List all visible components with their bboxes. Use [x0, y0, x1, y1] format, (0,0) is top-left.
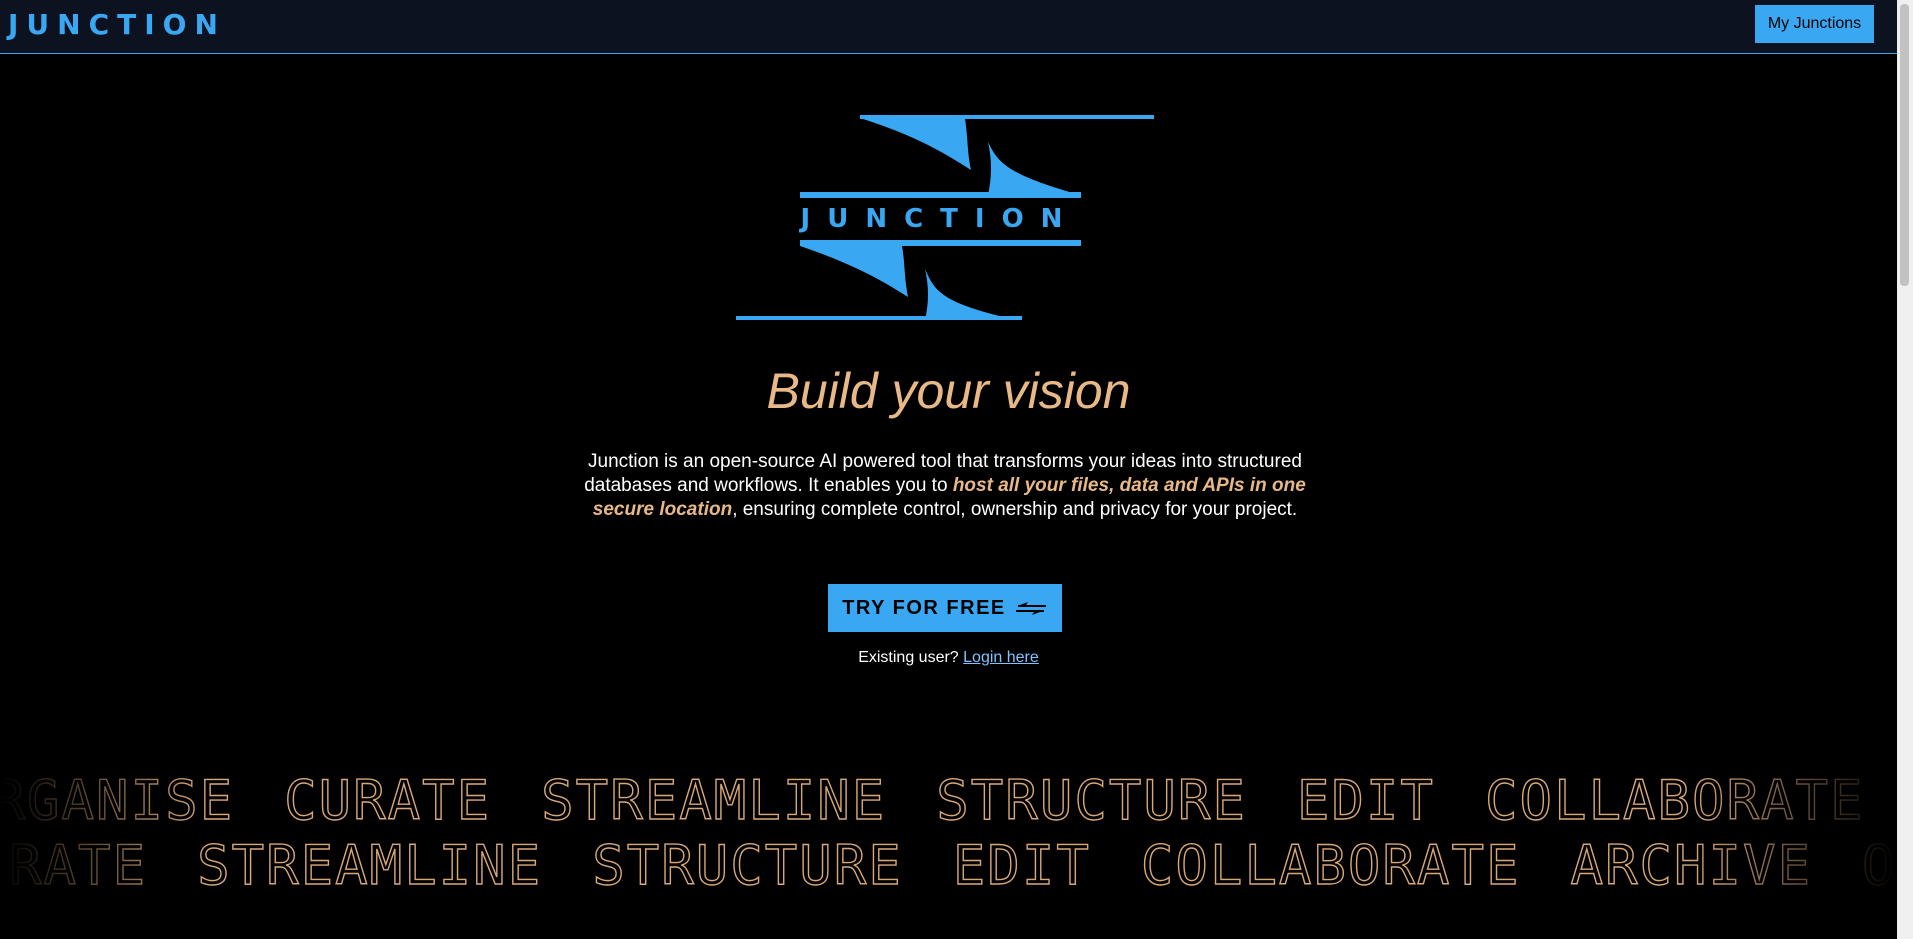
logo-bottom-line [736, 316, 1022, 320]
logo-top-right-wing [988, 142, 1080, 195]
marquee-word: ORGANISE [1861, 839, 1897, 895]
marquee-word: STRUCTURE [936, 774, 1247, 830]
marquee-word: STRUCTURE [591, 839, 903, 895]
top-navigation-bar: JUNCTION My Junctions [0, 0, 1897, 54]
junction-arrow-icon [1015, 602, 1046, 615]
marquee-word: EDIT [1296, 774, 1435, 830]
existing-user-text: Existing user? [858, 649, 959, 666]
logo-bottom-right-wing [925, 269, 1016, 320]
try-for-free-label: TRY FOR FREE [842, 596, 1006, 619]
logo-mid-top-bar [800, 192, 1081, 198]
junction-logo: JUNCTION [736, 115, 1154, 320]
description-text-2: , ensuring complete control, ownership a… [732, 499, 1298, 520]
my-junctions-button[interactable]: My Junctions [1755, 5, 1874, 43]
feature-marquee-row-1: ORGANISE CURATE STREAMLINE STRUCTURE EDIT COL… [0, 774, 1897, 830]
marquee-word: ORGANISE [0, 774, 235, 830]
scrollbar-thumb[interactable] [1900, 4, 1909, 286]
logo-mid-bottom-bar [800, 240, 1081, 246]
marquee-word: EDIT [952, 839, 1091, 895]
logo-top-line [860, 115, 1154, 119]
marquee-word: COLLABORATE [1484, 774, 1865, 830]
hero-headline: Build your vision [766, 363, 1131, 419]
marquee-word: STREAMLINE [540, 774, 887, 830]
existing-user-line: Existing user? Login here [0, 649, 1897, 667]
marquee-word: ARCHIVE [1570, 839, 1813, 895]
marquee-word: STREAMLINE [196, 839, 543, 895]
try-for-free-button[interactable]: TRY FOR FREE [828, 584, 1062, 632]
login-link[interactable]: Login here [963, 649, 1039, 666]
marquee-word: COLLABORATE [1140, 839, 1521, 895]
logo-bottom-left-wing [800, 246, 908, 297]
logo-wordmark: JUNCTION [799, 204, 1080, 234]
marquee-word: CURATE [0, 839, 148, 895]
logo-top-left-wing [863, 119, 971, 170]
marquee-word: CURATE [283, 774, 492, 830]
hero-description: Junction is an open-source AI powered to… [570, 450, 1320, 522]
feature-marquee-row-2: CURATE STREAMLINE STRUCTURE EDIT COLLABORATE… [0, 839, 1897, 895]
brand-logo-text[interactable]: JUNCTION [8, 9, 226, 41]
